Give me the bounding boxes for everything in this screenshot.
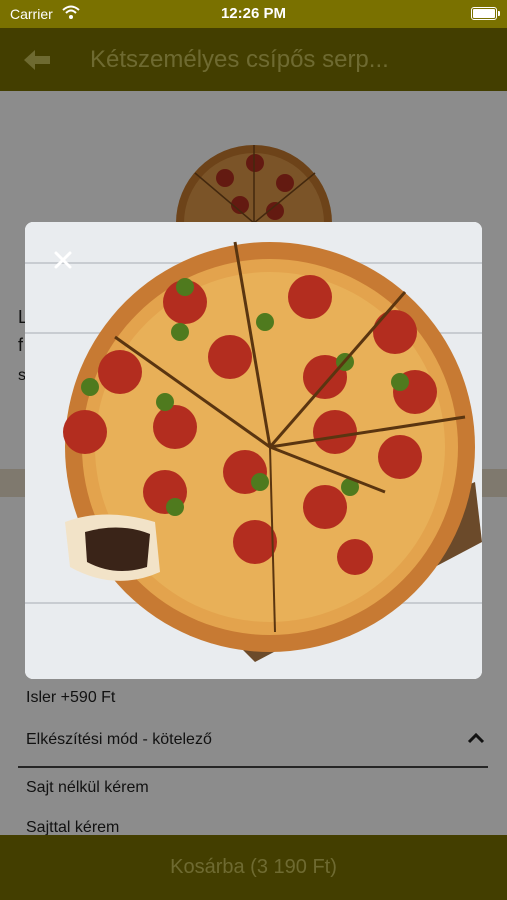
battery-icon [471,7,500,20]
status-bar: Carrier 12:26 PM [0,0,507,28]
close-icon[interactable] [53,250,73,270]
pizza-photo [25,222,482,679]
image-lightbox [25,222,482,679]
clock: 12:26 PM [220,5,287,22]
